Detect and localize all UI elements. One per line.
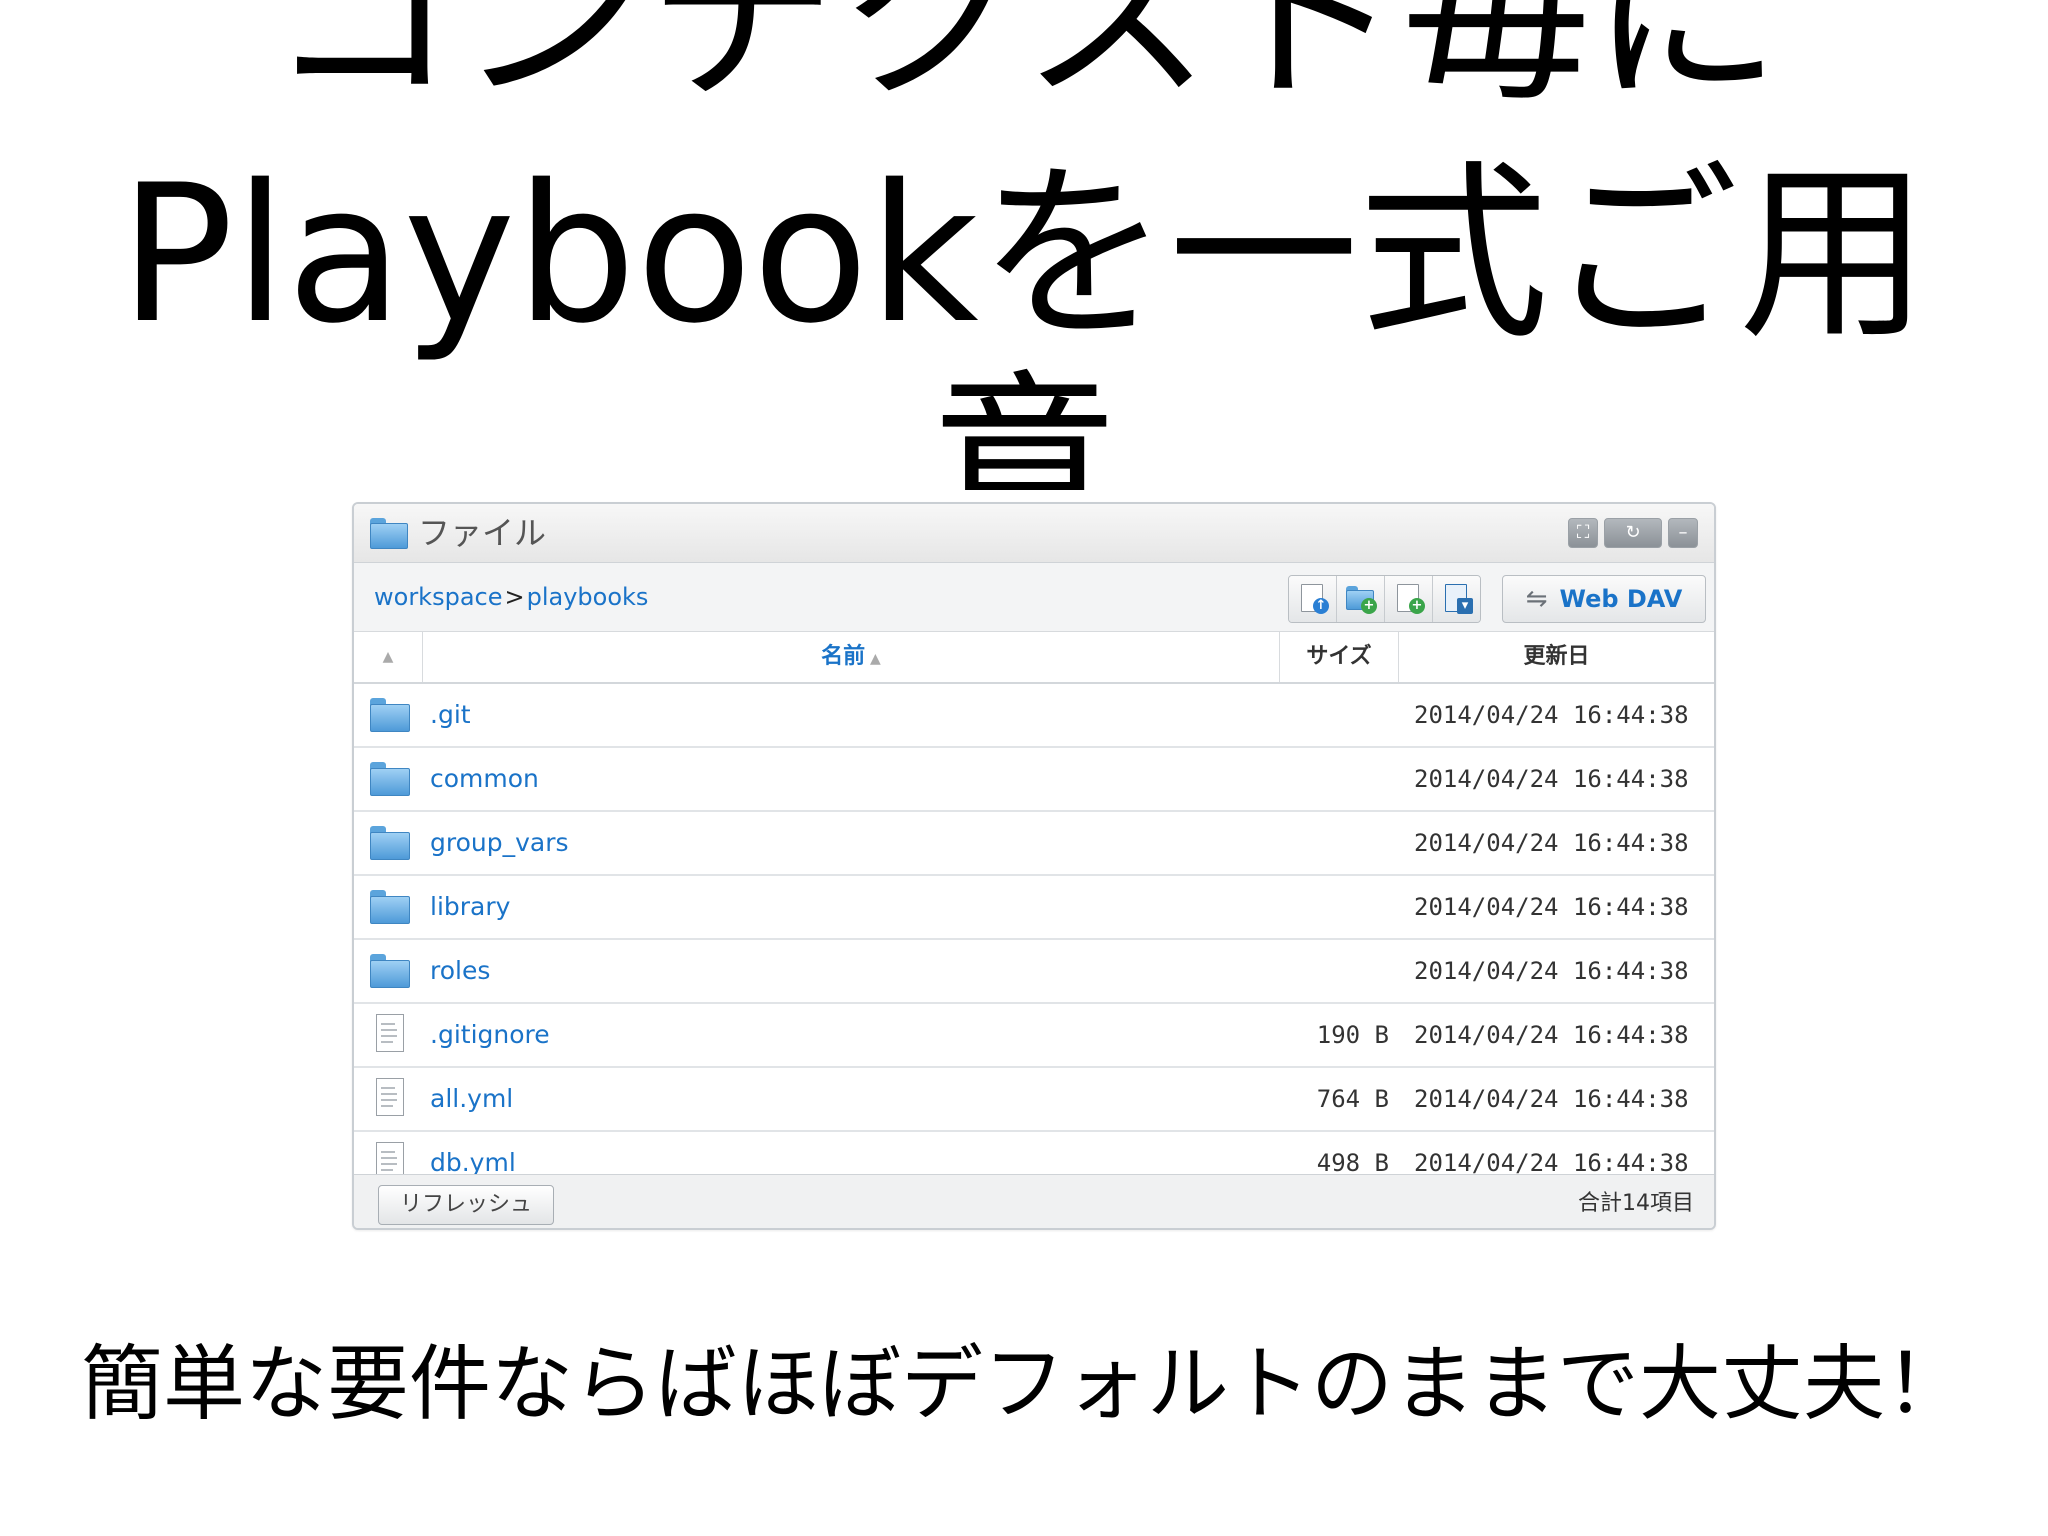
file-date: 2014/04/24 16:44:38: [1414, 1085, 1689, 1113]
swap-arrows-icon: ⇋: [1525, 584, 1548, 614]
file-name[interactable]: db.yml: [430, 1132, 516, 1174]
maximize-icon[interactable]: ⛶: [1568, 518, 1598, 548]
folder-icon: [370, 826, 410, 860]
file-name[interactable]: roles: [430, 940, 490, 1002]
breadcrumb-workspace[interactable]: workspace: [374, 583, 502, 611]
panel-footer: リフレッシュ 合計14項目: [354, 1174, 1714, 1228]
file-name[interactable]: .git: [430, 684, 471, 746]
table-row[interactable]: .git 2014/04/24 16:44:38: [354, 684, 1714, 748]
table-row[interactable]: db.yml 498 B 2014/04/24 16:44:38: [354, 1132, 1714, 1174]
total-count: 合計14項目: [1578, 1191, 1694, 1216]
bookmark-button[interactable]: ▾: [1433, 576, 1480, 622]
new-folder-button[interactable]: +: [1337, 576, 1385, 622]
table-row[interactable]: roles 2014/04/24 16:44:38: [354, 940, 1714, 1004]
slide: コンテクスト毎に Playbookを一式ご用 意 ファイル ⛶ ↻ – work…: [0, 0, 2048, 1536]
file-name[interactable]: library: [430, 876, 510, 938]
breadcrumb: workspace>playbooks: [374, 581, 648, 613]
folder-icon: [370, 698, 410, 732]
table-row[interactable]: .gitignore 190 B 2014/04/24 16:44:38: [354, 1004, 1714, 1068]
file-icon: [376, 1078, 404, 1116]
column-name-label: 名前: [821, 644, 866, 669]
file-date: 2014/04/24 16:44:38: [1414, 701, 1689, 729]
file-size: 764 B: [1316, 1085, 1389, 1113]
column-header-size[interactable]: サイズ: [1280, 632, 1399, 682]
file-date: 2014/04/24 16:44:38: [1414, 957, 1689, 985]
sort-indicator-icon[interactable]: ▲: [354, 632, 423, 682]
panel-toolbar: workspace>playbooks ↑ + + ▾ ⇋ Web DAV: [354, 563, 1714, 632]
upload-button[interactable]: ↑: [1289, 576, 1337, 622]
slide-title-line-2: Playbookを一式ご用: [119, 144, 1929, 365]
folder-icon: [370, 954, 410, 988]
file-date: 2014/04/24 16:44:38: [1414, 829, 1689, 857]
webdav-button[interactable]: ⇋ Web DAV: [1502, 575, 1706, 623]
refresh-icon[interactable]: ↻: [1604, 518, 1662, 548]
folder-icon: [370, 890, 410, 924]
breadcrumb-separator: >: [504, 583, 525, 611]
slide-title-line-3: 意: [928, 354, 1119, 491]
file-name[interactable]: .gitignore: [430, 1004, 550, 1066]
column-header-date[interactable]: 更新日: [1399, 632, 1714, 682]
file-icon: [376, 1014, 404, 1052]
file-date: 2014/04/24 16:44:38: [1414, 1149, 1689, 1174]
file-name[interactable]: common: [430, 748, 539, 810]
file-icon: [376, 1142, 404, 1174]
file-size: 498 B: [1316, 1149, 1389, 1174]
window-controls: ⛶ ↻ –: [1568, 518, 1698, 548]
file-name[interactable]: all.yml: [430, 1068, 513, 1130]
table-row[interactable]: all.yml 764 B 2014/04/24 16:44:38: [354, 1068, 1714, 1132]
refresh-button[interactable]: リフレッシュ: [378, 1185, 554, 1225]
new-file-button[interactable]: +: [1385, 576, 1433, 622]
file-manager-panel: ファイル ⛶ ↻ – workspace>playbooks ↑ + + ▾ ⇋…: [352, 502, 1716, 1230]
panel-titlebar: ファイル ⛶ ↻ –: [354, 504, 1714, 563]
file-date: 2014/04/24 16:44:38: [1414, 1021, 1689, 1049]
file-size: 190 B: [1316, 1021, 1389, 1049]
table-header: ▲ 名前 ▲ サイズ 更新日: [354, 632, 1714, 684]
slide-title: コンテクスト毎に Playbookを一式ご用 意: [0, 0, 2048, 490]
panel-title: ファイル: [418, 514, 547, 552]
table-row[interactable]: library 2014/04/24 16:44:38: [354, 876, 1714, 940]
folder-icon: [370, 518, 408, 549]
file-date: 2014/04/24 16:44:38: [1414, 765, 1689, 793]
slide-footer-text: 簡単な要件ならばほぼデフォルトのままで大丈夫！: [80, 1337, 1967, 1432]
file-name[interactable]: group_vars: [430, 812, 569, 874]
table-row[interactable]: common 2014/04/24 16:44:38: [354, 748, 1714, 812]
file-date: 2014/04/24 16:44:38: [1414, 893, 1689, 921]
folder-icon: [370, 762, 410, 796]
table-row[interactable]: group_vars 2014/04/24 16:44:38: [354, 812, 1714, 876]
webdav-label: Web DAV: [1559, 585, 1683, 613]
sort-asc-icon: ▲: [865, 651, 881, 667]
slide-title-line-1: コンテクスト毎に: [266, 0, 1782, 127]
file-list: .git 2014/04/24 16:44:38 common 2014/04/…: [354, 684, 1714, 1174]
column-header-name[interactable]: 名前 ▲: [423, 632, 1280, 682]
file-tools: ↑ + + ▾: [1288, 575, 1481, 623]
minimize-icon[interactable]: –: [1668, 518, 1698, 548]
breadcrumb-playbooks[interactable]: playbooks: [527, 583, 649, 611]
